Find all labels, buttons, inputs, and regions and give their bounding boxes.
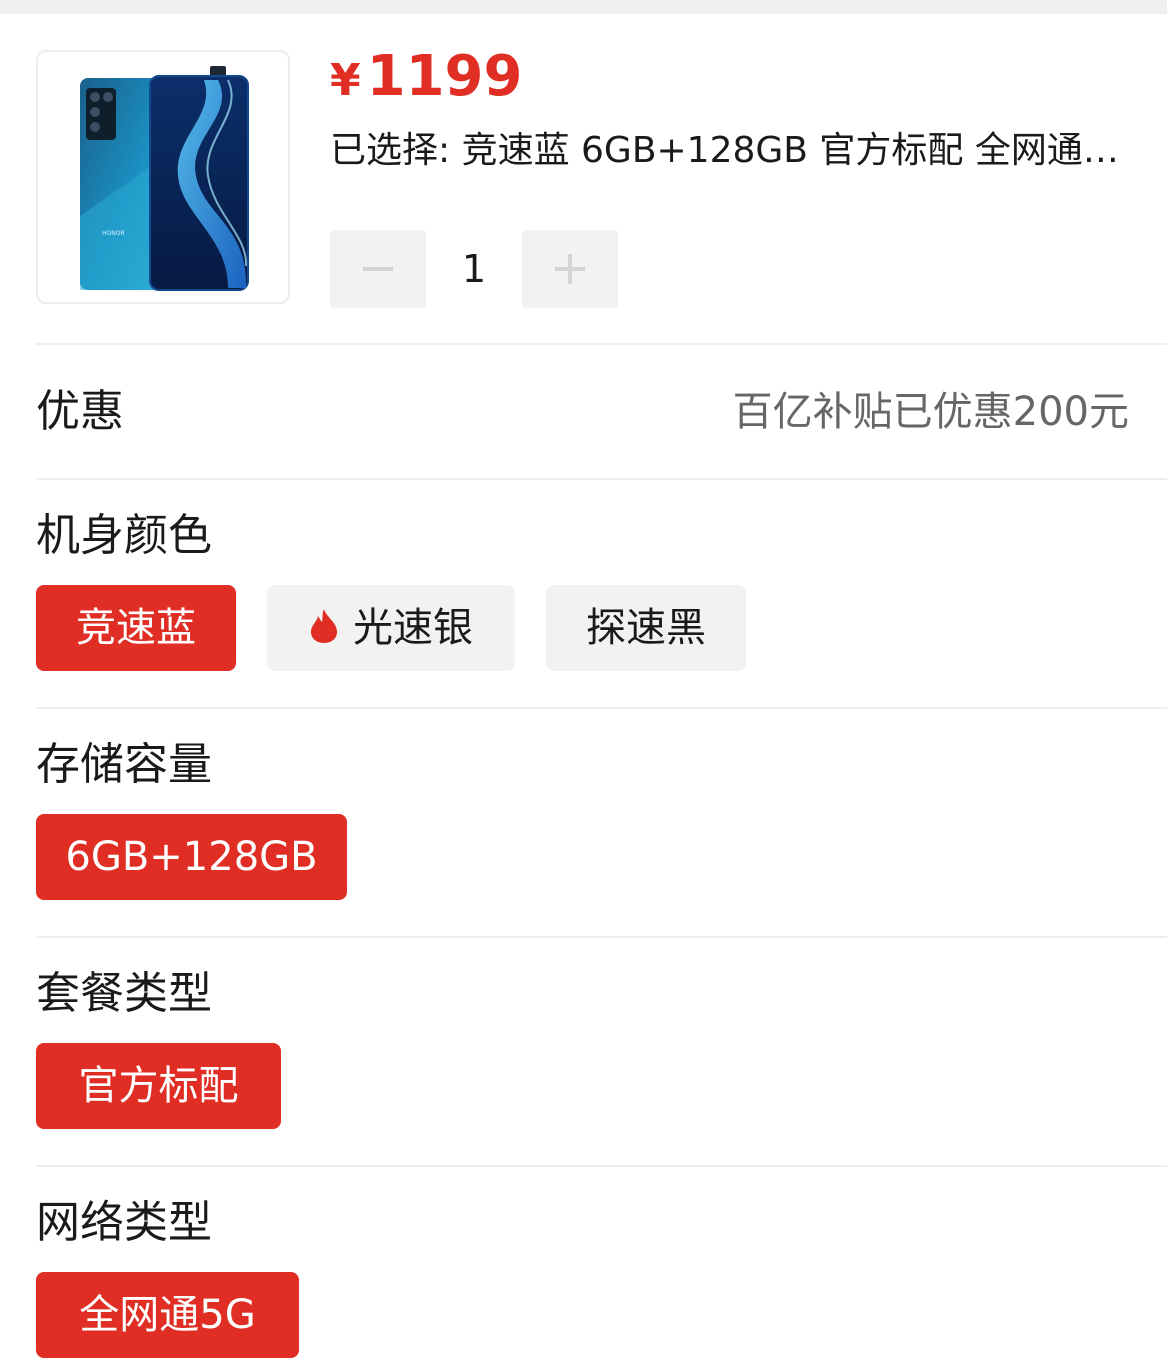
storage-section-label: 存储容量 — [36, 739, 212, 790]
color-option-blue[interactable]: 竞速蓝 — [36, 585, 236, 671]
divider — [36, 707, 1167, 709]
package-section-label: 套餐类型 — [36, 968, 212, 1019]
network-option-5g[interactable]: 全网通5G — [36, 1272, 299, 1358]
quantity-value[interactable]: 1 — [426, 244, 522, 294]
color-option-black[interactable]: 探速黑 — [546, 585, 746, 671]
divider — [36, 478, 1167, 480]
promo-value: 百亿补贴已优惠200元 — [732, 389, 1129, 435]
flame-icon — [311, 609, 337, 643]
divider — [36, 1165, 1167, 1167]
divider — [36, 936, 1167, 938]
package-option-standard[interactable]: 官方标配 — [36, 1043, 281, 1129]
product-thumbnail[interactable]: HONOR — [36, 50, 290, 304]
quantity-decrease-button[interactable] — [330, 230, 426, 308]
promo-label: 优惠 — [36, 386, 124, 437]
svg-text:HONOR: HONOR — [102, 230, 125, 237]
network-section-label: 网络类型 — [36, 1197, 212, 1248]
storage-option-6gb-128gb[interactable]: 6GB+128GB — [36, 814, 347, 900]
product-price: ¥1199 — [330, 44, 522, 114]
phone-product-image: HONOR — [80, 66, 249, 291]
currency-symbol: ¥ — [330, 55, 361, 106]
price-value: 1199 — [366, 44, 523, 109]
minus-icon — [363, 267, 393, 271]
top-bar — [0, 0, 1167, 14]
color-section-label: 机身颜色 — [36, 510, 212, 561]
color-option-silver-label: 光速银 — [353, 605, 473, 651]
color-option-silver[interactable]: 光速银 — [267, 585, 515, 671]
selected-spec-text: 已选择: 竞速蓝 6GB+128GB 官方标配 全网通5G — [330, 130, 1130, 171]
divider — [36, 343, 1167, 345]
quantity-increase-button[interactable] — [522, 230, 618, 308]
